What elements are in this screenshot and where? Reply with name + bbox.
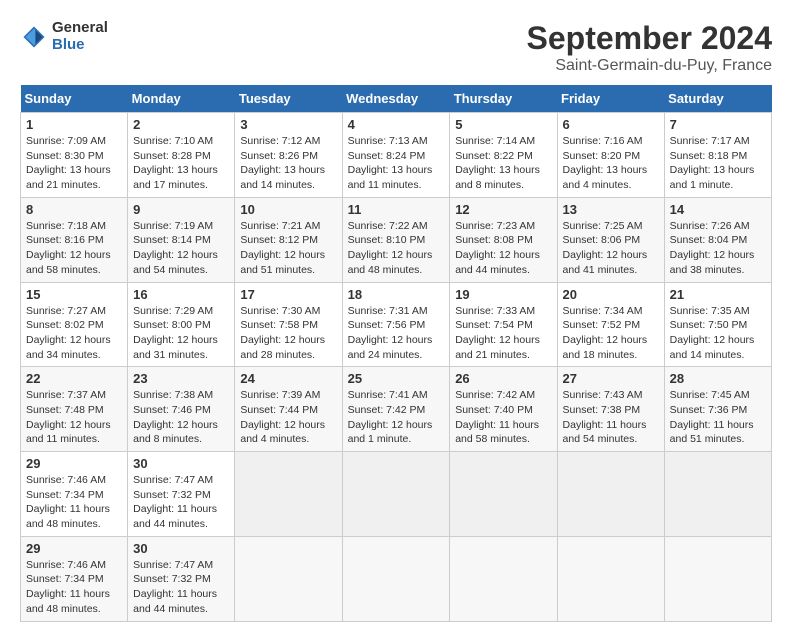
logo-general-text: General xyxy=(52,20,108,37)
header-sunday: Sunday xyxy=(21,85,128,113)
calendar-day-13: 13Sunrise: 7:25 AMSunset: 8:06 PMDayligh… xyxy=(557,197,664,282)
page-header: General Blue September 2024 Saint-Germai… xyxy=(20,20,772,75)
calendar-day-26: 26Sunrise: 7:42 AMSunset: 7:40 PMDayligh… xyxy=(450,367,557,452)
calendar-day-1: 1Sunrise: 7:09 AMSunset: 8:30 PMDaylight… xyxy=(21,113,128,198)
calendar-day-28: 28Sunrise: 7:45 AMSunset: 7:36 PMDayligh… xyxy=(664,367,771,452)
calendar-day-12: 12Sunrise: 7:23 AMSunset: 8:08 PMDayligh… xyxy=(450,197,557,282)
calendar-week-3: 22Sunrise: 7:37 AMSunset: 7:48 PMDayligh… xyxy=(21,367,772,452)
calendar-day-21: 21Sunrise: 7:35 AMSunset: 7:50 PMDayligh… xyxy=(664,282,771,367)
calendar-title: September 2024 xyxy=(527,20,772,57)
calendar-day-17: 17Sunrise: 7:30 AMSunset: 7:58 PMDayligh… xyxy=(235,282,342,367)
calendar-day-empty xyxy=(342,452,450,537)
calendar-day-18: 18Sunrise: 7:31 AMSunset: 7:56 PMDayligh… xyxy=(342,282,450,367)
calendar-day-30: 30Sunrise: 7:47 AMSunset: 7:32 PMDayligh… xyxy=(128,452,235,537)
calendar-day-27: 27Sunrise: 7:43 AMSunset: 7:38 PMDayligh… xyxy=(557,367,664,452)
header-thursday: Thursday xyxy=(450,85,557,113)
calendar-day-20: 20Sunrise: 7:34 AMSunset: 7:52 PMDayligh… xyxy=(557,282,664,367)
calendar-day-empty xyxy=(235,536,342,621)
logo-icon xyxy=(20,23,48,51)
calendar-day-11: 11Sunrise: 7:22 AMSunset: 8:10 PMDayligh… xyxy=(342,197,450,282)
header-monday: Monday xyxy=(128,85,235,113)
calendar-day-24: 24Sunrise: 7:39 AMSunset: 7:44 PMDayligh… xyxy=(235,367,342,452)
calendar-week-4: 29Sunrise: 7:46 AMSunset: 7:34 PMDayligh… xyxy=(21,452,772,537)
calendar-day-6: 6Sunrise: 7:16 AMSunset: 8:20 PMDaylight… xyxy=(557,113,664,198)
title-area: September 2024 Saint-Germain-du-Puy, Fra… xyxy=(527,20,772,75)
calendar-week-2: 15Sunrise: 7:27 AMSunset: 8:02 PMDayligh… xyxy=(21,282,772,367)
calendar-day-4: 4Sunrise: 7:13 AMSunset: 8:24 PMDaylight… xyxy=(342,113,450,198)
calendar-day-8: 8Sunrise: 7:18 AMSunset: 8:16 PMDaylight… xyxy=(21,197,128,282)
calendar-day-empty xyxy=(557,452,664,537)
calendar-day-16: 16Sunrise: 7:29 AMSunset: 8:00 PMDayligh… xyxy=(128,282,235,367)
calendar-day-empty xyxy=(664,452,771,537)
header-tuesday: Tuesday xyxy=(235,85,342,113)
calendar-day-30: 30Sunrise: 7:47 AMSunset: 7:32 PMDayligh… xyxy=(128,536,235,621)
calendar-day-empty xyxy=(664,536,771,621)
calendar-day-empty xyxy=(450,536,557,621)
calendar-day-9: 9Sunrise: 7:19 AMSunset: 8:14 PMDaylight… xyxy=(128,197,235,282)
calendar-day-empty xyxy=(450,452,557,537)
calendar-week-1: 8Sunrise: 7:18 AMSunset: 8:16 PMDaylight… xyxy=(21,197,772,282)
logo-text: General Blue xyxy=(52,20,108,53)
calendar-day-2: 2Sunrise: 7:10 AMSunset: 8:28 PMDaylight… xyxy=(128,113,235,198)
calendar-day-10: 10Sunrise: 7:21 AMSunset: 8:12 PMDayligh… xyxy=(235,197,342,282)
calendar-day-22: 22Sunrise: 7:37 AMSunset: 7:48 PMDayligh… xyxy=(21,367,128,452)
calendar-week-0: 1Sunrise: 7:09 AMSunset: 8:30 PMDaylight… xyxy=(21,113,772,198)
calendar-day-29: 29Sunrise: 7:46 AMSunset: 7:34 PMDayligh… xyxy=(21,452,128,537)
logo: General Blue xyxy=(20,20,108,53)
calendar-week-5: 29Sunrise: 7:46 AMSunset: 7:34 PMDayligh… xyxy=(21,536,772,621)
calendar-day-empty xyxy=(557,536,664,621)
calendar-day-15: 15Sunrise: 7:27 AMSunset: 8:02 PMDayligh… xyxy=(21,282,128,367)
calendar-day-empty xyxy=(342,536,450,621)
logo-blue-text: Blue xyxy=(52,37,108,54)
calendar-day-3: 3Sunrise: 7:12 AMSunset: 8:26 PMDaylight… xyxy=(235,113,342,198)
calendar-day-14: 14Sunrise: 7:26 AMSunset: 8:04 PMDayligh… xyxy=(664,197,771,282)
calendar-day-5: 5Sunrise: 7:14 AMSunset: 8:22 PMDaylight… xyxy=(450,113,557,198)
calendar-table: Sunday Monday Tuesday Wednesday Thursday… xyxy=(20,85,772,622)
calendar-header-row: Sunday Monday Tuesday Wednesday Thursday… xyxy=(21,85,772,113)
header-friday: Friday xyxy=(557,85,664,113)
header-wednesday: Wednesday xyxy=(342,85,450,113)
header-saturday: Saturday xyxy=(664,85,771,113)
calendar-day-29: 29Sunrise: 7:46 AMSunset: 7:34 PMDayligh… xyxy=(21,536,128,621)
calendar-day-25: 25Sunrise: 7:41 AMSunset: 7:42 PMDayligh… xyxy=(342,367,450,452)
calendar-day-23: 23Sunrise: 7:38 AMSunset: 7:46 PMDayligh… xyxy=(128,367,235,452)
calendar-subtitle: Saint-Germain-du-Puy, France xyxy=(527,57,772,75)
calendar-day-7: 7Sunrise: 7:17 AMSunset: 8:18 PMDaylight… xyxy=(664,113,771,198)
calendar-day-empty xyxy=(235,452,342,537)
calendar-day-19: 19Sunrise: 7:33 AMSunset: 7:54 PMDayligh… xyxy=(450,282,557,367)
